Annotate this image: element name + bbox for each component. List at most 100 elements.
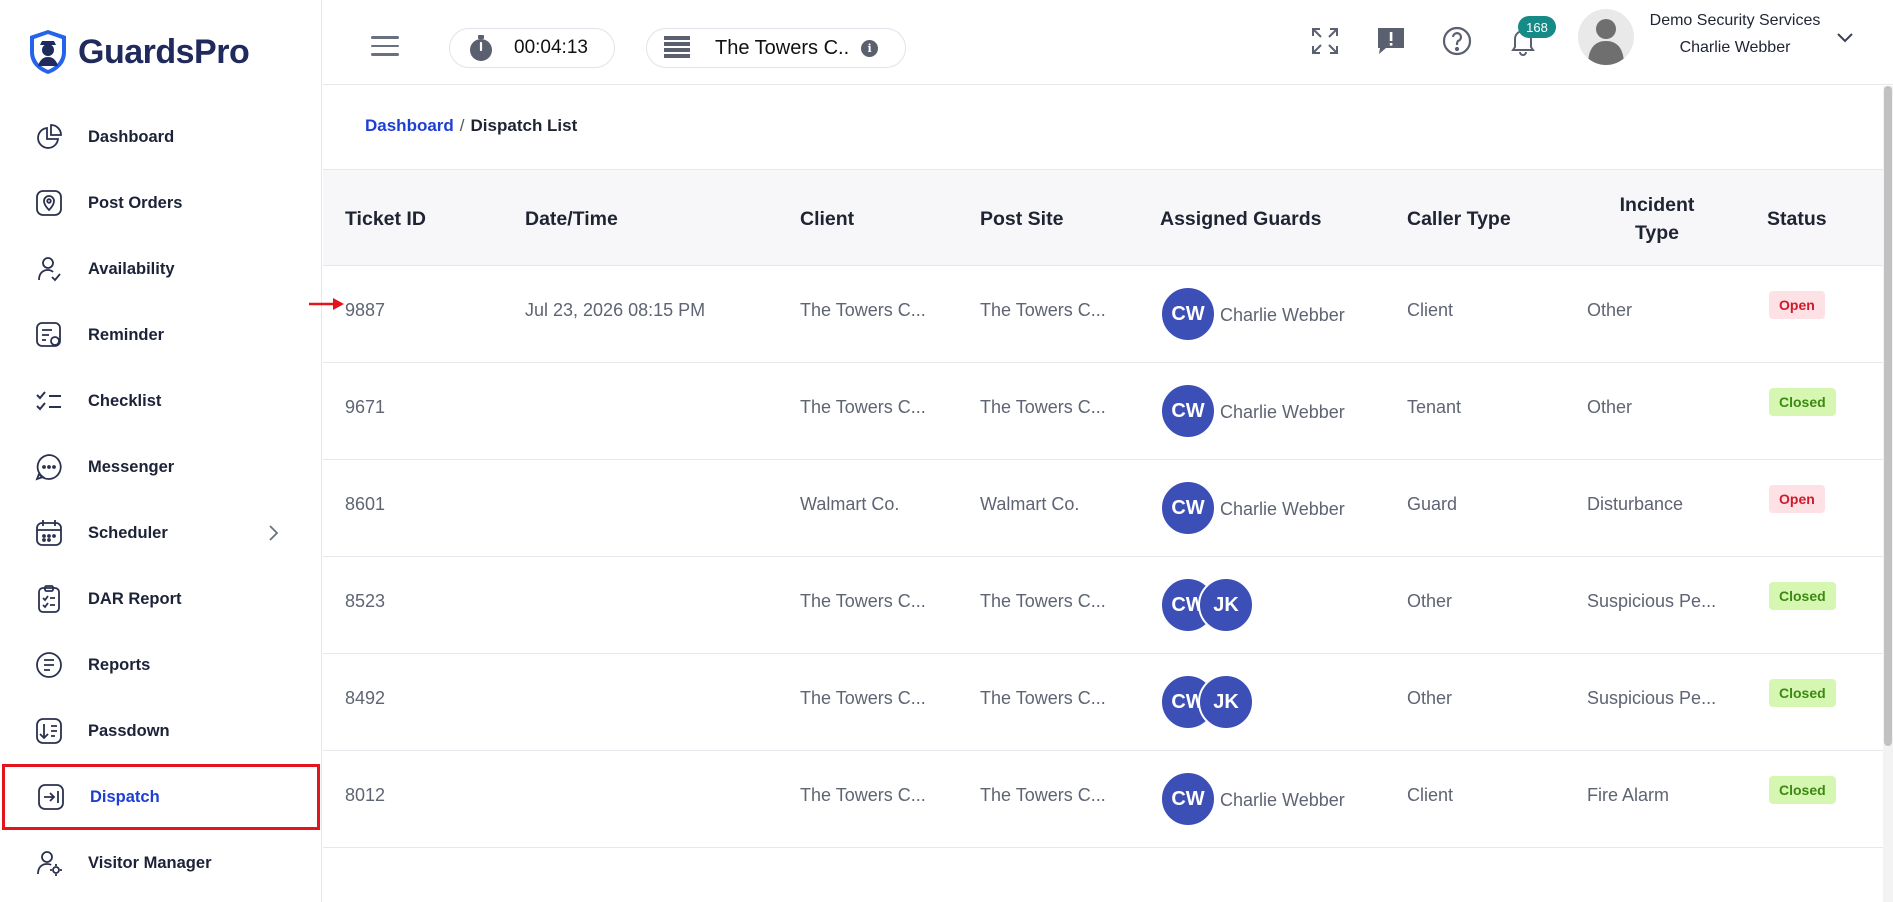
incident-type: Other <box>1587 300 1633 320</box>
sidebar-item-label: Reminder <box>88 325 165 344</box>
ticket-datetime: Jul 23, 2026 08:15 PM <box>525 300 706 320</box>
assigned-guards[interactable]: CW Charlie Webber <box>1160 480 1345 536</box>
site-selector[interactable]: The Towers C.. i <box>646 28 906 68</box>
sidebar-item-availability[interactable]: Availability <box>0 236 322 302</box>
info-icon[interactable]: i <box>861 39 879 57</box>
column-header-datetime[interactable]: Date/Time <box>525 170 618 267</box>
sidebar-item-messenger[interactable]: Messenger <box>0 434 322 500</box>
reminder-list-icon <box>34 320 64 350</box>
user-silhouette-icon <box>1588 19 1624 65</box>
sidebar-item-label: Visitor Manager <box>88 853 212 872</box>
chevron-down-icon[interactable] <box>1835 28 1855 48</box>
brand-logo[interactable]: GuardsPro <box>26 28 250 76</box>
sidebar-item-label: Dispatch <box>90 787 160 806</box>
breadcrumb-separator: / <box>459 116 465 135</box>
chevron-right-icon[interactable] <box>266 524 280 542</box>
sidebar-item-post-orders[interactable]: Post Orders <box>0 170 322 236</box>
ticket-post-site: Walmart Co. <box>980 494 1080 514</box>
chat-bubble-icon <box>34 452 64 482</box>
assigned-guards[interactable]: CW Charlie Webber <box>1160 286 1345 342</box>
column-header-client[interactable]: Client <box>800 170 854 267</box>
sidebar-item-visitor-manager[interactable]: Visitor Manager <box>0 830 322 896</box>
calendar-icon <box>34 518 64 548</box>
shift-timer[interactable]: 00:04:13 <box>449 28 615 68</box>
sidebar-item-scheduler[interactable]: Scheduler <box>0 500 322 566</box>
incident-type: Fire Alarm <box>1587 785 1670 805</box>
status-badge: Open <box>1769 485 1825 513</box>
sidebar-item-dispatch[interactable]: Dispatch <box>2 764 320 830</box>
caller-type: Guard <box>1407 494 1458 514</box>
ticket-post-site: The Towers C... <box>980 300 1106 320</box>
table-row[interactable]: 8523 The Towers C... The Towers C... CW … <box>323 557 1883 654</box>
column-header-assigned-guards[interactable]: Assigned Guards <box>1160 170 1321 267</box>
guard-avatar[interactable]: JK <box>1198 577 1254 633</box>
column-header-caller-type[interactable]: Caller Type <box>1407 170 1511 267</box>
caller-type: Client <box>1407 300 1454 320</box>
status-badge: Closed <box>1769 679 1836 707</box>
guard-avatar[interactable]: CW <box>1160 383 1216 439</box>
sidebar-item-reminder[interactable]: Reminder <box>0 302 322 368</box>
sidebar-item-dar-report[interactable]: DAR Report <box>0 566 322 632</box>
caller-type: Other <box>1407 688 1453 708</box>
sidebar-item-dashboard[interactable]: Dashboard <box>0 104 322 170</box>
column-header-ticket-id[interactable]: Ticket ID <box>345 170 426 267</box>
breadcrumb-dashboard-link[interactable]: Dashboard <box>365 116 454 135</box>
help-icon[interactable] <box>1440 24 1474 58</box>
status-badge: Closed <box>1769 582 1836 610</box>
status-badge: Closed <box>1769 776 1836 804</box>
guard-shield-icon <box>30 30 66 74</box>
incident-header-line-2: Type <box>1634 221 1680 244</box>
table-row[interactable]: 8601 Walmart Co. Walmart Co. CW Charlie … <box>323 460 1883 557</box>
guard-avatar[interactable]: CW <box>1160 286 1216 342</box>
guard-avatar[interactable]: CW <box>1160 771 1216 827</box>
column-header-incident-type[interactable]: Incident Type <box>1587 170 1727 267</box>
user-gear-icon <box>34 848 64 878</box>
ticket-id[interactable]: 8601 <box>345 494 385 515</box>
guard-name: Charlie Webber <box>1220 789 1345 810</box>
ticket-id[interactable]: 9671 <box>345 397 385 418</box>
ticket-id[interactable]: 8012 <box>345 785 385 806</box>
passdown-sort-icon <box>34 716 64 746</box>
table-row[interactable]: 8492 The Towers C... The Towers C... CW … <box>323 654 1883 751</box>
incident-type: Suspicious Pe... <box>1587 688 1717 708</box>
vertical-scrollbar[interactable] <box>1883 86 1893 902</box>
assigned-guards[interactable]: CW Charlie Webber <box>1160 383 1345 439</box>
building-list-icon <box>664 36 690 58</box>
ticket-id[interactable]: 8523 <box>345 591 385 612</box>
feedback-icon[interactable] <box>1374 24 1408 58</box>
sidebar-item-reports[interactable]: Reports <box>0 632 322 698</box>
sidebar-item-checklist[interactable]: Checklist <box>0 368 322 434</box>
ticket-client: The Towers C... <box>800 300 926 320</box>
guard-avatar[interactable]: CW <box>1160 480 1216 536</box>
assigned-guards[interactable]: CW JK <box>1160 577 1254 633</box>
avatar[interactable] <box>1578 9 1634 65</box>
clipboard-check-icon <box>34 584 64 614</box>
incident-type: Disturbance <box>1587 494 1684 514</box>
table-row[interactable]: 9887 Jul 23, 2026 08:15 PM The Towers C.… <box>323 266 1883 363</box>
assigned-guards[interactable]: CW Charlie Webber <box>1160 771 1345 827</box>
sidebar-item-label: Post Orders <box>88 193 183 212</box>
breadcrumb-current: Dispatch List <box>470 116 578 135</box>
ticket-client: Walmart Co. <box>800 494 900 514</box>
ticket-id[interactable]: 8492 <box>345 688 385 709</box>
incident-header-line-1: Incident <box>1619 193 1695 216</box>
status-badge: Open <box>1769 291 1825 319</box>
user-name: Charlie Webber <box>1679 39 1791 56</box>
table-row[interactable]: 9671 The Towers C... The Towers C... CW … <box>323 363 1883 460</box>
ticket-id[interactable]: 9887 <box>345 300 385 321</box>
ticket-client: The Towers C... <box>800 591 926 611</box>
sidebar-item-passdown[interactable]: Passdown <box>0 698 322 764</box>
caller-type: Other <box>1407 591 1453 611</box>
column-header-status[interactable]: Status <box>1767 170 1827 267</box>
fullscreen-icon[interactable] <box>1308 24 1342 58</box>
scrollbar-thumb[interactable] <box>1884 86 1892 746</box>
ticket-client: The Towers C... <box>800 688 926 708</box>
table-header: Ticket ID Date/Time Client Post Site Ass… <box>323 169 1883 266</box>
assigned-guards[interactable]: CW JK <box>1160 674 1254 730</box>
table-row[interactable]: 8012 The Towers C... The Towers C... CW … <box>323 751 1883 848</box>
ticket-client: The Towers C... <box>800 397 926 417</box>
column-header-post-site[interactable]: Post Site <box>980 170 1063 267</box>
hamburger-menu-icon[interactable] <box>371 36 399 56</box>
guard-avatar[interactable]: JK <box>1198 674 1254 730</box>
breadcrumb: Dashboard / Dispatch List <box>365 116 577 136</box>
